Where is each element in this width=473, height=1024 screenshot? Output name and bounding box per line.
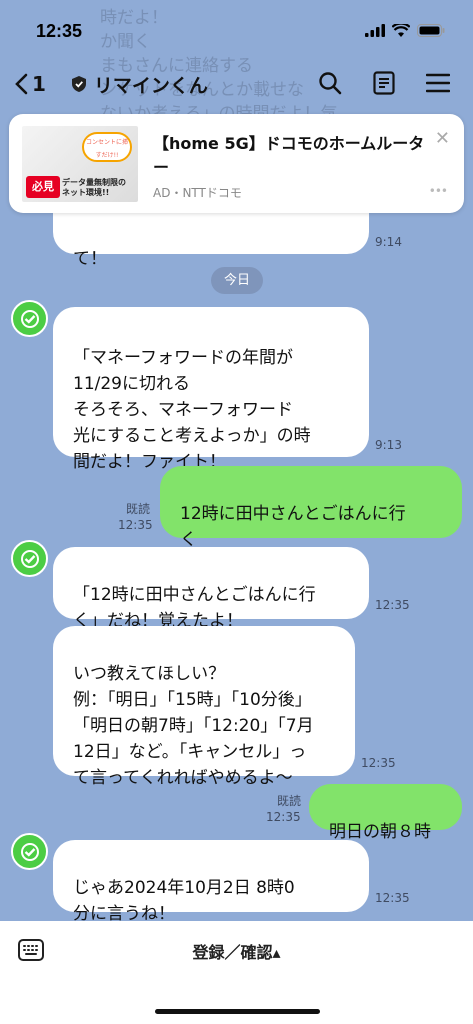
back-button[interactable]: 1 bbox=[14, 72, 46, 96]
search-icon[interactable] bbox=[315, 68, 345, 98]
ad-title[interactable]: 【home 5G】ドコモのホームルーター bbox=[153, 132, 425, 180]
message-text: いつ教えてほしい？ 例：「明日」「15時」「10分後」 「明日の朝7時」「12:… bbox=[73, 664, 314, 788]
check-icon bbox=[20, 842, 39, 861]
ad-image[interactable]: コンセントに挿すだけ!! 必見 データ量無制限の ネット環境!! bbox=[22, 126, 138, 202]
close-icon[interactable]: ✕ bbox=[435, 128, 450, 149]
message-time: 12:35 bbox=[375, 598, 410, 612]
rich-menu-toggle[interactable]: 登録／確認▴ bbox=[0, 939, 473, 963]
more-options-icon[interactable]: ••• bbox=[429, 184, 448, 198]
message-time: 12:35 bbox=[118, 518, 153, 532]
my-message-bubble[interactable]: 12時に田中さんとごはんに行 く bbox=[160, 466, 462, 550]
message-text: 「12時に田中さんとごはんに行 く」だね！覚えたよ！ bbox=[73, 585, 316, 631]
read-receipt: 既読 bbox=[126, 502, 151, 516]
message-time: 9:14 bbox=[375, 235, 402, 249]
message-bubble[interactable]: 「12時に田中さんとごはんに行 く」だね！覚えたよ！ bbox=[53, 547, 369, 631]
message-text: て！ bbox=[73, 249, 107, 269]
menu-icon[interactable] bbox=[423, 68, 453, 98]
wifi-icon bbox=[391, 21, 411, 41]
unread-count: 1 bbox=[32, 72, 46, 96]
check-icon bbox=[20, 309, 39, 328]
message-text: 12時に田中さんとごはんに行 く bbox=[180, 504, 406, 550]
message-time: 12:35 bbox=[361, 756, 396, 770]
status-icons bbox=[365, 21, 445, 41]
battery-icon bbox=[417, 22, 445, 41]
home-indicator bbox=[155, 1009, 320, 1014]
shield-icon bbox=[71, 76, 86, 92]
read-receipt: 既読 bbox=[277, 794, 302, 808]
status-time: 12:35 bbox=[36, 20, 83, 41]
message-text: 「マネーフォワードの年間が 11/29に切れる そろそろ、マネーフォワード 光に… bbox=[73, 348, 311, 472]
ad-sponsor: AD・NTTドコモ bbox=[153, 186, 242, 200]
ad-image-chip: コンセントに挿すだけ!! bbox=[82, 132, 132, 162]
chevron-left-icon bbox=[15, 73, 28, 95]
message-time: 9:13 bbox=[375, 438, 402, 452]
signal-icon bbox=[365, 22, 385, 41]
message-text: 明日の朝８時 bbox=[329, 822, 431, 842]
header-actions bbox=[315, 68, 453, 98]
chat-header: 1 リマインくん bbox=[0, 58, 473, 110]
rich-menu-bar: 登録／確認▴ bbox=[0, 921, 473, 1024]
ad-image-strip: データ量無制限の ネット環境!! bbox=[62, 178, 126, 197]
status-bar: 12:35 bbox=[0, 0, 473, 62]
my-message-bubble[interactable]: 明日の朝８時 bbox=[309, 784, 462, 842]
ad-image-badge: 必見 bbox=[26, 176, 60, 198]
notes-icon[interactable] bbox=[369, 68, 399, 98]
bot-avatar[interactable] bbox=[11, 833, 48, 870]
message-text: じゃあ2024年10月2日 8時0 分に言うね！ bbox=[73, 878, 295, 924]
message-bubble[interactable]: いつ教えてほしい？ 例：「明日」「15時」「10分後」 「明日の朝7時」「12:… bbox=[53, 626, 355, 788]
chat-title[interactable]: リマインくん bbox=[71, 71, 208, 98]
message-time: 12:35 bbox=[266, 810, 301, 824]
date-separator: 今日 bbox=[211, 267, 263, 294]
bot-avatar[interactable] bbox=[11, 540, 48, 577]
check-icon bbox=[20, 549, 39, 568]
ad-banner[interactable]: コンセントに挿すだけ!! 必見 データ量無制限の ネット環境!! 【home 5… bbox=[9, 114, 464, 213]
bot-avatar[interactable] bbox=[11, 300, 48, 337]
message-time: 12:35 bbox=[375, 891, 410, 905]
chat-title-text: リマインくん bbox=[93, 74, 208, 97]
message-bubble[interactable]: じゃあ2024年10月2日 8時0 分に言うね！ bbox=[53, 840, 369, 924]
message-bubble[interactable]: 「マネーフォワードの年間が 11/29に切れる そろそろ、マネーフォワード 光に… bbox=[53, 307, 369, 472]
